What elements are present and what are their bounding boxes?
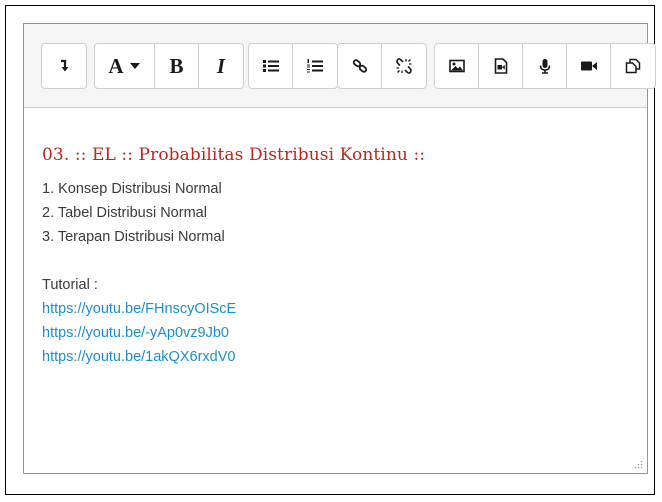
- tutorial-section: Tutorial : https://youtu.be/FHnscyOIScE …: [42, 273, 629, 369]
- media-file-icon: [494, 58, 507, 74]
- bold-button[interactable]: B: [155, 44, 199, 88]
- rich-text-editor: A B I 03.:: EL:: Probabilitas Distribu…: [23, 23, 656, 474]
- italic-label: I: [216, 53, 226, 78]
- bullet-list-icon: [262, 60, 279, 72]
- italic-button[interactable]: I: [199, 44, 243, 88]
- screenshot-frame: A B I 03.:: EL:: Probabilitas Distribu…: [5, 5, 656, 495]
- manage-files-button[interactable]: [611, 44, 655, 88]
- toolbar-group-links: [337, 43, 427, 89]
- content-heading: 03. :: EL :: Probabilitas Distribusi Kon…: [42, 145, 426, 165]
- microphone-icon: [539, 59, 550, 74]
- insert-image-button[interactable]: [435, 44, 479, 88]
- list-item: 3. Terapan Distribusi Normal: [42, 229, 225, 245]
- toolbar-group-lists: [248, 43, 338, 89]
- paragraph-styles-label: A: [108, 53, 124, 78]
- bold-label: B: [169, 53, 184, 78]
- toolbar-group-more: [41, 43, 87, 89]
- topic-list: 1. Konsep Distribusi Normal 2. Tabel Dis…: [42, 177, 629, 249]
- tutorial-link[interactable]: https://youtu.be/FHnscyOIScE: [42, 297, 629, 321]
- toolbar-group-media: [434, 43, 656, 89]
- link-button[interactable]: [338, 44, 382, 88]
- unlink-button[interactable]: [382, 44, 426, 88]
- files-icon: [625, 58, 641, 74]
- tutorial-link[interactable]: https://youtu.be/-yAp0vz9Jb0: [42, 321, 629, 345]
- list-item: 2. Tabel Distribusi Normal: [42, 205, 207, 221]
- list-item: 1. Konsep Distribusi Normal: [42, 181, 222, 197]
- editor-toolbar: A B I: [24, 24, 656, 108]
- insert-media-button[interactable]: [479, 44, 523, 88]
- video-camera-icon: [580, 61, 597, 71]
- unordered-list-button[interactable]: [249, 44, 293, 88]
- show-more-icon: [61, 59, 69, 72]
- link-icon: [352, 59, 367, 73]
- tutorial-label: Tutorial :: [42, 277, 98, 293]
- paragraph-styles-button[interactable]: A: [95, 44, 155, 88]
- ordered-list-button[interactable]: [293, 44, 337, 88]
- show-more-buttons[interactable]: [42, 44, 86, 88]
- unlink-icon: [396, 58, 412, 74]
- record-video-button[interactable]: [567, 44, 611, 88]
- record-audio-button[interactable]: [523, 44, 567, 88]
- numbered-list-icon: [307, 59, 323, 73]
- resize-handle-icon[interactable]: [634, 460, 643, 469]
- image-icon: [448, 59, 465, 73]
- editor-content-area[interactable]: 03. :: EL :: Probabilitas Distribusi Kon…: [24, 108, 647, 473]
- toolbar-group-style: A B I: [94, 43, 244, 89]
- tutorial-link[interactable]: https://youtu.be/1akQX6rxdV0: [42, 345, 629, 369]
- caret-down-icon: [129, 63, 140, 69]
